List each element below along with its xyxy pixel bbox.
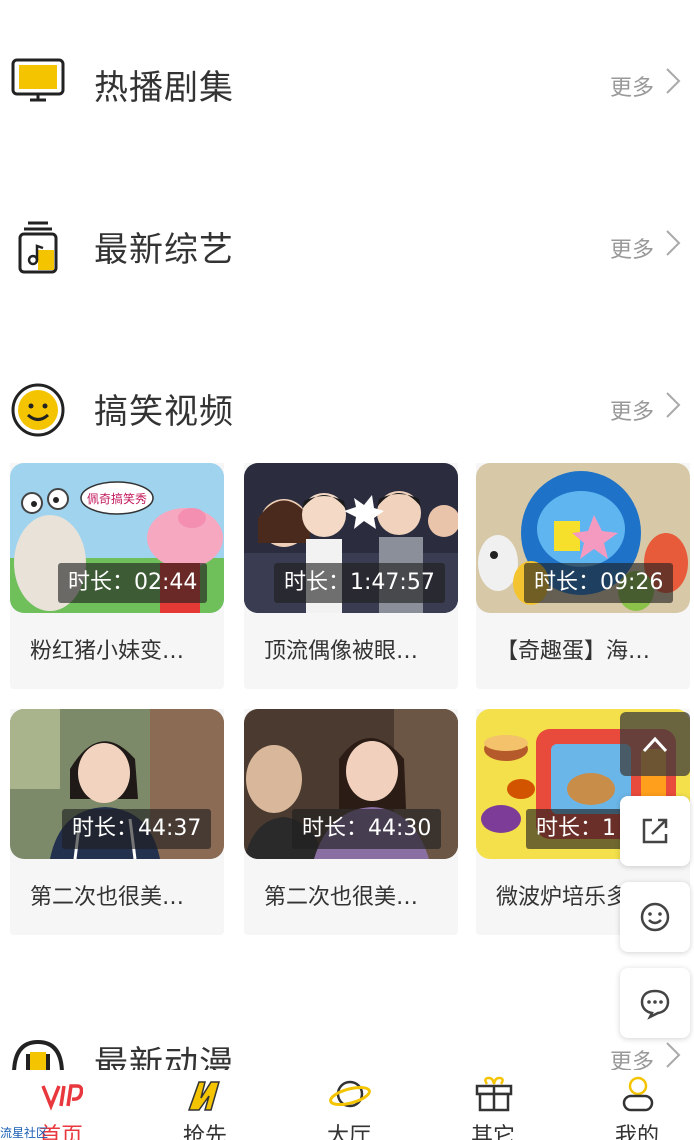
section-title: 热播剧集 (94, 68, 234, 108)
emoji-icon (640, 902, 670, 932)
chevron-right-icon[interactable] (664, 228, 682, 258)
share-icon (642, 818, 668, 844)
tab-early-access[interactable]: 抢先 (150, 1070, 260, 1140)
section-title: 搞笑视频 (94, 392, 234, 432)
chevron-right-icon[interactable] (664, 66, 682, 96)
video-title[interactable]: 第二次也很美… (264, 879, 448, 911)
section-header-funny: 搞笑视频 更多 (0, 366, 694, 446)
tab-label: 大厅 (326, 1124, 371, 1140)
bubble-text: 佩奇搞笑秀 (87, 491, 147, 506)
section-header-variety: 最新综艺 更多 (0, 204, 694, 284)
video-title[interactable]: 【奇趣蛋】海… (496, 633, 680, 665)
tab-label: 抢先 (182, 1124, 227, 1140)
duration-badge: 时长：02:44 (58, 563, 208, 603)
duration-badge: 时长：44:30 (292, 809, 442, 849)
scroll-to-top-button[interactable] (620, 712, 690, 776)
video-card[interactable]: 时长：44:37 第二次也很美… (10, 709, 224, 935)
video-card[interactable]: 时长：44:30 第二次也很美… (244, 709, 458, 935)
music-note-icon (18, 221, 58, 274)
duration-badge: 时长：1 (526, 809, 626, 849)
chevron-right-icon[interactable] (664, 1040, 682, 1070)
video-card[interactable]: 佩奇搞笑秀 时长：02:44 粉红猪小妹变… (10, 463, 224, 689)
video-title[interactable]: 第二次也很美… (30, 879, 214, 911)
video-title[interactable]: 粉红猪小妹变… (30, 633, 214, 665)
profile-icon (622, 1076, 654, 1112)
tab-hall[interactable]: 大厅 (294, 1070, 404, 1140)
more-link[interactable]: 更多 (610, 232, 654, 264)
tab-other[interactable]: 其它 (438, 1070, 548, 1140)
emoji-button[interactable] (620, 882, 690, 952)
video-card[interactable]: 时长：1:47:57 顶流偶像被眼… (244, 463, 458, 689)
duration-badge: 时长：09:26 (524, 563, 674, 603)
chevron-right-icon[interactable] (664, 390, 682, 420)
section-header-hot-series: 热播剧集 更多 (0, 42, 694, 122)
watermark: 流星社区 (0, 1126, 49, 1140)
m-logo-icon (187, 1081, 220, 1111)
tab-mine[interactable]: 我的 (582, 1070, 692, 1140)
video-card[interactable]: 时长：09:26 【奇趣蛋】海… (476, 463, 690, 689)
vip-icon (41, 1084, 83, 1111)
tv-icon (11, 58, 65, 102)
smiley-icon (11, 383, 65, 437)
chevron-up-icon (642, 736, 668, 753)
tab-label: 我的 (614, 1124, 659, 1140)
section-title: 最新综艺 (94, 230, 234, 270)
more-link[interactable]: 更多 (610, 394, 654, 426)
video-title[interactable]: 顶流偶像被眼… (264, 633, 448, 665)
duration-badge: 时长：1:47:57 (274, 563, 445, 603)
duration-badge: 时长：44:37 (62, 809, 212, 849)
share-button[interactable] (620, 796, 690, 866)
more-link[interactable]: 更多 (610, 70, 654, 102)
bottom-tab-bar: 首页 抢先 大厅 其它 我的 (0, 1070, 694, 1140)
comment-icon (640, 989, 670, 1020)
tab-label: 其它 (470, 1124, 515, 1140)
planet-icon (329, 1080, 371, 1108)
gift-icon (475, 1076, 513, 1112)
